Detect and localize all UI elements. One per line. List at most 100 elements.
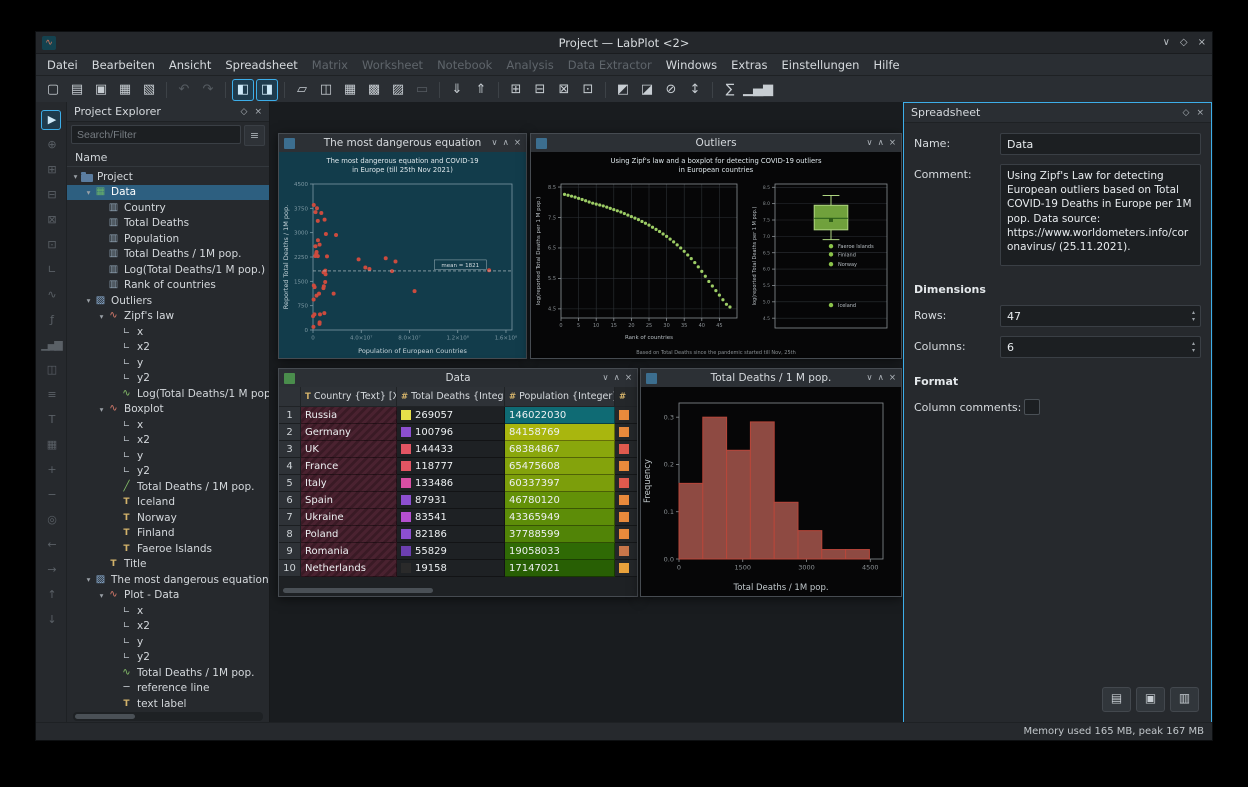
table-corner-cell[interactable] bbox=[279, 387, 301, 407]
add-boxplot-button[interactable]: ◫ bbox=[41, 360, 61, 380]
tree-item-outliers[interactable]: ▾ ▨ Outliers bbox=[67, 293, 269, 309]
expander-icon[interactable]: ▾ bbox=[83, 188, 94, 197]
columns-spinbox[interactable]: 6 ▴ ▾ bbox=[1000, 336, 1201, 358]
shift-right-button[interactable]: → bbox=[41, 560, 61, 580]
tree-item-log-total-deaths-1-m-pop[interactable]: ∿ Log(Total Deaths/1 M pop.) bbox=[67, 386, 269, 402]
mdi-close-button[interactable]: × bbox=[889, 138, 896, 148]
window-titlebar[interactable]: ∿ Project — LabPlot <2> ∨ ◇ × bbox=[36, 32, 1212, 54]
cell-population[interactable]: 46780120 bbox=[505, 492, 615, 509]
mdi-maximize-button[interactable]: ∧ bbox=[878, 138, 884, 148]
tree-item-x2[interactable]: ∟ x2 bbox=[67, 340, 269, 356]
cell-total-deaths[interactable]: 133486 bbox=[397, 475, 505, 492]
tree-item-y[interactable]: ∟ y bbox=[67, 634, 269, 650]
cell-population[interactable]: 146022030 bbox=[505, 407, 615, 424]
tree-item-total-deaths[interactable]: ▥ Total Deaths bbox=[67, 216, 269, 232]
tree-item-country[interactable]: ▥ Country bbox=[67, 200, 269, 216]
tree-item-total-deaths-1m-pop[interactable]: ╱ Total Deaths / 1M pop. bbox=[67, 479, 269, 495]
menu-spreadsheet[interactable]: Spreadsheet bbox=[218, 56, 304, 74]
mdi-titlebar[interactable]: Total Deaths / 1 M pop. ∨ ∧ × bbox=[641, 369, 901, 388]
row-number[interactable]: 9 bbox=[279, 543, 301, 560]
cell-population[interactable]: 43365949 bbox=[505, 509, 615, 526]
row-number[interactable]: 3 bbox=[279, 441, 301, 458]
cell-total-deaths[interactable]: 19158 bbox=[397, 560, 505, 577]
explorer-h-scrollbar[interactable] bbox=[73, 712, 263, 721]
cell-population[interactable]: 68384867 bbox=[505, 441, 615, 458]
redo-button[interactable]: ↷ bbox=[197, 79, 219, 101]
close-dock-button[interactable]: × bbox=[254, 107, 262, 117]
save-template-button[interactable]: ▣ bbox=[1136, 687, 1165, 712]
spin-down-icon[interactable]: ▾ bbox=[1192, 347, 1195, 354]
mdi-minimize-button[interactable]: ∨ bbox=[602, 373, 608, 383]
cell-population[interactable]: 37788599 bbox=[505, 526, 615, 543]
tree-item-x[interactable]: ∟ x bbox=[67, 324, 269, 340]
column-statistics-button[interactable]: ∑ bbox=[719, 79, 741, 101]
remove-columns-button[interactable]: ⊘ bbox=[660, 79, 682, 101]
expander-icon[interactable]: ▾ bbox=[83, 296, 94, 305]
toggle-project-explorer-button[interactable]: ◧ bbox=[232, 79, 254, 101]
expander-icon[interactable]: ▾ bbox=[83, 575, 94, 584]
mdi-close-button[interactable]: × bbox=[889, 373, 896, 383]
insert-column-left-button[interactable]: ◩ bbox=[612, 79, 634, 101]
shift-left-button[interactable]: ← bbox=[41, 535, 61, 555]
menu-einstellungen[interactable]: Einstellungen bbox=[775, 56, 867, 74]
column-header-total-deaths-integer-y[interactable]: #Total Deaths {Integer} [Y] bbox=[397, 387, 505, 407]
cell-country[interactable]: Russia bbox=[301, 407, 397, 424]
new-folder-button[interactable]: ▱ bbox=[291, 79, 313, 101]
menu-bearbeiten[interactable]: Bearbeiten bbox=[85, 56, 162, 74]
cell-country[interactable]: Spain bbox=[301, 492, 397, 509]
worksheet-canvas[interactable]: The most dangerous equation and COVID-19… bbox=[279, 152, 526, 358]
tree-item-project[interactable]: ▾ Project bbox=[67, 169, 269, 185]
row-number[interactable]: 8 bbox=[279, 526, 301, 543]
zoom-in-button[interactable]: + bbox=[41, 460, 61, 480]
mdi-maximize-button[interactable]: ∧ bbox=[503, 138, 509, 148]
tree-item-text-label[interactable]: Ttext label bbox=[67, 696, 269, 710]
zoom-select-tool-button[interactable]: ⊕ bbox=[41, 135, 61, 155]
maximize-button[interactable]: ◇ bbox=[1180, 37, 1188, 48]
tree-item-x[interactable]: ∟ x bbox=[67, 603, 269, 619]
cell-population[interactable]: 60337397 bbox=[505, 475, 615, 492]
menu-datei[interactable]: Datei bbox=[40, 56, 85, 74]
scrollbar-handle[interactable] bbox=[75, 714, 135, 719]
column-header-population-integer-y[interactable]: #Population {Integer} [Y] bbox=[505, 387, 615, 407]
clear-rows-button[interactable]: ⊡ bbox=[577, 79, 599, 101]
mdi-titlebar[interactable]: Data ∨ ∧ × bbox=[279, 369, 637, 388]
cell-total-deaths[interactable]: 100796 bbox=[397, 424, 505, 441]
filter-options-button[interactable]: ≡ bbox=[244, 125, 265, 146]
add-plot-four-axes-button[interactable]: ⊞ bbox=[41, 160, 61, 180]
expander-icon[interactable]: ▾ bbox=[70, 172, 81, 181]
comment-textarea[interactable]: Using Zipf's Law for detecting European … bbox=[1000, 164, 1201, 266]
navigate-tool-button[interactable]: ▶ bbox=[41, 110, 61, 130]
cell-total-deaths[interactable]: 269057 bbox=[397, 407, 505, 424]
tree-item-y[interactable]: ∟ y bbox=[67, 355, 269, 371]
mdi-minimize-button[interactable]: ∨ bbox=[491, 138, 497, 148]
tree-item-plot-data[interactable]: ▾ ∿ Plot - Data bbox=[67, 588, 269, 604]
column-comments-checkbox[interactable] bbox=[1024, 399, 1040, 415]
cell-extra[interactable] bbox=[615, 509, 637, 526]
rows-spinbox[interactable]: 47 ▴ ▾ bbox=[1000, 305, 1201, 327]
shift-down-button[interactable]: ↓ bbox=[41, 610, 61, 630]
tree-item-iceland[interactable]: T Iceland bbox=[67, 495, 269, 511]
row-number[interactable]: 7 bbox=[279, 509, 301, 526]
spreadsheet-dock-titlebar[interactable]: Spreadsheet ◇ × bbox=[904, 103, 1211, 123]
insert-column-right-button[interactable]: ◪ bbox=[636, 79, 658, 101]
add-plot-box-button[interactable]: ⊡ bbox=[41, 235, 61, 255]
cell-country[interactable]: Italy bbox=[301, 475, 397, 492]
cell-population[interactable]: 17147021 bbox=[505, 560, 615, 577]
tree-item-finland[interactable]: T Finland bbox=[67, 526, 269, 542]
tree-item-log-total-deaths-1-m-pop[interactable]: ▥ Log(Total Deaths/1 M pop.) bbox=[67, 262, 269, 278]
tree-item-total-deaths-1m-pop[interactable]: ▥ Total Deaths / 1M pop. bbox=[67, 247, 269, 263]
new-worksheet-button[interactable]: ▨ bbox=[387, 79, 409, 101]
export-data-button[interactable]: ⇑ bbox=[470, 79, 492, 101]
tree-item-zipf-s-law[interactable]: ▾ ∿ Zipf's law bbox=[67, 309, 269, 325]
insert-row-above-button[interactable]: ⊞ bbox=[505, 79, 527, 101]
row-number[interactable]: 10 bbox=[279, 560, 301, 577]
zoom-out-button[interactable]: − bbox=[41, 485, 61, 505]
cell-country[interactable]: Romania bbox=[301, 543, 397, 560]
cell-extra[interactable] bbox=[615, 441, 637, 458]
cell-extra[interactable] bbox=[615, 458, 637, 475]
undo-button[interactable]: ↶ bbox=[173, 79, 195, 101]
tree-item-y2[interactable]: ∟ y2 bbox=[67, 650, 269, 666]
cell-total-deaths[interactable]: 83541 bbox=[397, 509, 505, 526]
menu-extras[interactable]: Extras bbox=[724, 56, 774, 74]
row-number[interactable]: 4 bbox=[279, 458, 301, 475]
